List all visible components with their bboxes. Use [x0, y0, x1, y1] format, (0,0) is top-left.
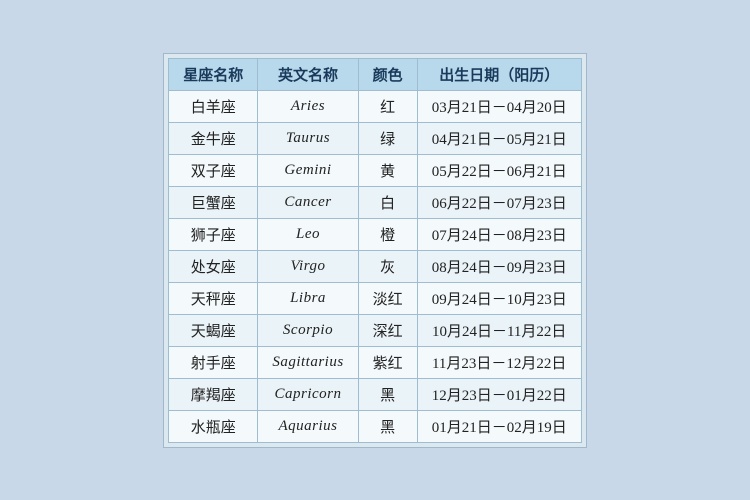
table-row: 金牛座Taurus绿04月21日－05月21日	[169, 122, 581, 154]
cell-dates: 01月21日－02月19日	[417, 410, 581, 442]
cell-color: 黑	[358, 378, 417, 410]
cell-color: 红	[358, 90, 417, 122]
cell-chinese: 摩羯座	[169, 378, 258, 410]
cell-english: Scorpio	[258, 314, 358, 346]
cell-color: 黑	[358, 410, 417, 442]
cell-color: 淡红	[358, 282, 417, 314]
cell-english: Virgo	[258, 250, 358, 282]
cell-chinese: 双子座	[169, 154, 258, 186]
table-row: 双子座Gemini黄05月22日－06月21日	[169, 154, 581, 186]
table-row: 天秤座Libra淡红09月24日－10月23日	[169, 282, 581, 314]
cell-dates: 12月23日－01月22日	[417, 378, 581, 410]
cell-english: Leo	[258, 218, 358, 250]
col-header-chinese: 星座名称	[169, 58, 258, 90]
zodiac-table: 星座名称 英文名称 颜色 出生日期（阳历） 白羊座Aries红03月21日－04…	[168, 58, 581, 443]
cell-chinese: 射手座	[169, 346, 258, 378]
cell-chinese: 金牛座	[169, 122, 258, 154]
cell-color: 绿	[358, 122, 417, 154]
cell-dates: 04月21日－05月21日	[417, 122, 581, 154]
cell-color: 紫红	[358, 346, 417, 378]
col-header-dates: 出生日期（阳历）	[417, 58, 581, 90]
cell-dates: 06月22日－07月23日	[417, 186, 581, 218]
cell-english: Aries	[258, 90, 358, 122]
cell-english: Aquarius	[258, 410, 358, 442]
table-row: 巨蟹座Cancer白06月22日－07月23日	[169, 186, 581, 218]
cell-english: Capricorn	[258, 378, 358, 410]
cell-dates: 03月21日－04月20日	[417, 90, 581, 122]
cell-color: 灰	[358, 250, 417, 282]
cell-english: Gemini	[258, 154, 358, 186]
zodiac-table-container: 星座名称 英文名称 颜色 出生日期（阳历） 白羊座Aries红03月21日－04…	[163, 53, 586, 448]
cell-english: Taurus	[258, 122, 358, 154]
cell-color: 橙	[358, 218, 417, 250]
cell-chinese: 天秤座	[169, 282, 258, 314]
cell-chinese: 水瓶座	[169, 410, 258, 442]
cell-color: 白	[358, 186, 417, 218]
cell-dates: 10月24日－11月22日	[417, 314, 581, 346]
cell-dates: 05月22日－06月21日	[417, 154, 581, 186]
cell-dates: 07月24日－08月23日	[417, 218, 581, 250]
cell-color: 黄	[358, 154, 417, 186]
table-row: 处女座Virgo灰08月24日－09月23日	[169, 250, 581, 282]
col-header-color: 颜色	[358, 58, 417, 90]
cell-english: Libra	[258, 282, 358, 314]
table-row: 摩羯座Capricorn黑12月23日－01月22日	[169, 378, 581, 410]
table-header-row: 星座名称 英文名称 颜色 出生日期（阳历）	[169, 58, 581, 90]
col-header-english: 英文名称	[258, 58, 358, 90]
cell-chinese: 巨蟹座	[169, 186, 258, 218]
table-row: 水瓶座Aquarius黑01月21日－02月19日	[169, 410, 581, 442]
table-row: 射手座Sagittarius紫红11月23日－12月22日	[169, 346, 581, 378]
cell-dates: 09月24日－10月23日	[417, 282, 581, 314]
cell-chinese: 白羊座	[169, 90, 258, 122]
cell-english: Sagittarius	[258, 346, 358, 378]
cell-chinese: 处女座	[169, 250, 258, 282]
table-row: 白羊座Aries红03月21日－04月20日	[169, 90, 581, 122]
cell-dates: 08月24日－09月23日	[417, 250, 581, 282]
cell-chinese: 天蝎座	[169, 314, 258, 346]
cell-chinese: 狮子座	[169, 218, 258, 250]
cell-color: 深红	[358, 314, 417, 346]
table-row: 狮子座Leo橙07月24日－08月23日	[169, 218, 581, 250]
table-row: 天蝎座Scorpio深红10月24日－11月22日	[169, 314, 581, 346]
cell-english: Cancer	[258, 186, 358, 218]
cell-dates: 11月23日－12月22日	[417, 346, 581, 378]
